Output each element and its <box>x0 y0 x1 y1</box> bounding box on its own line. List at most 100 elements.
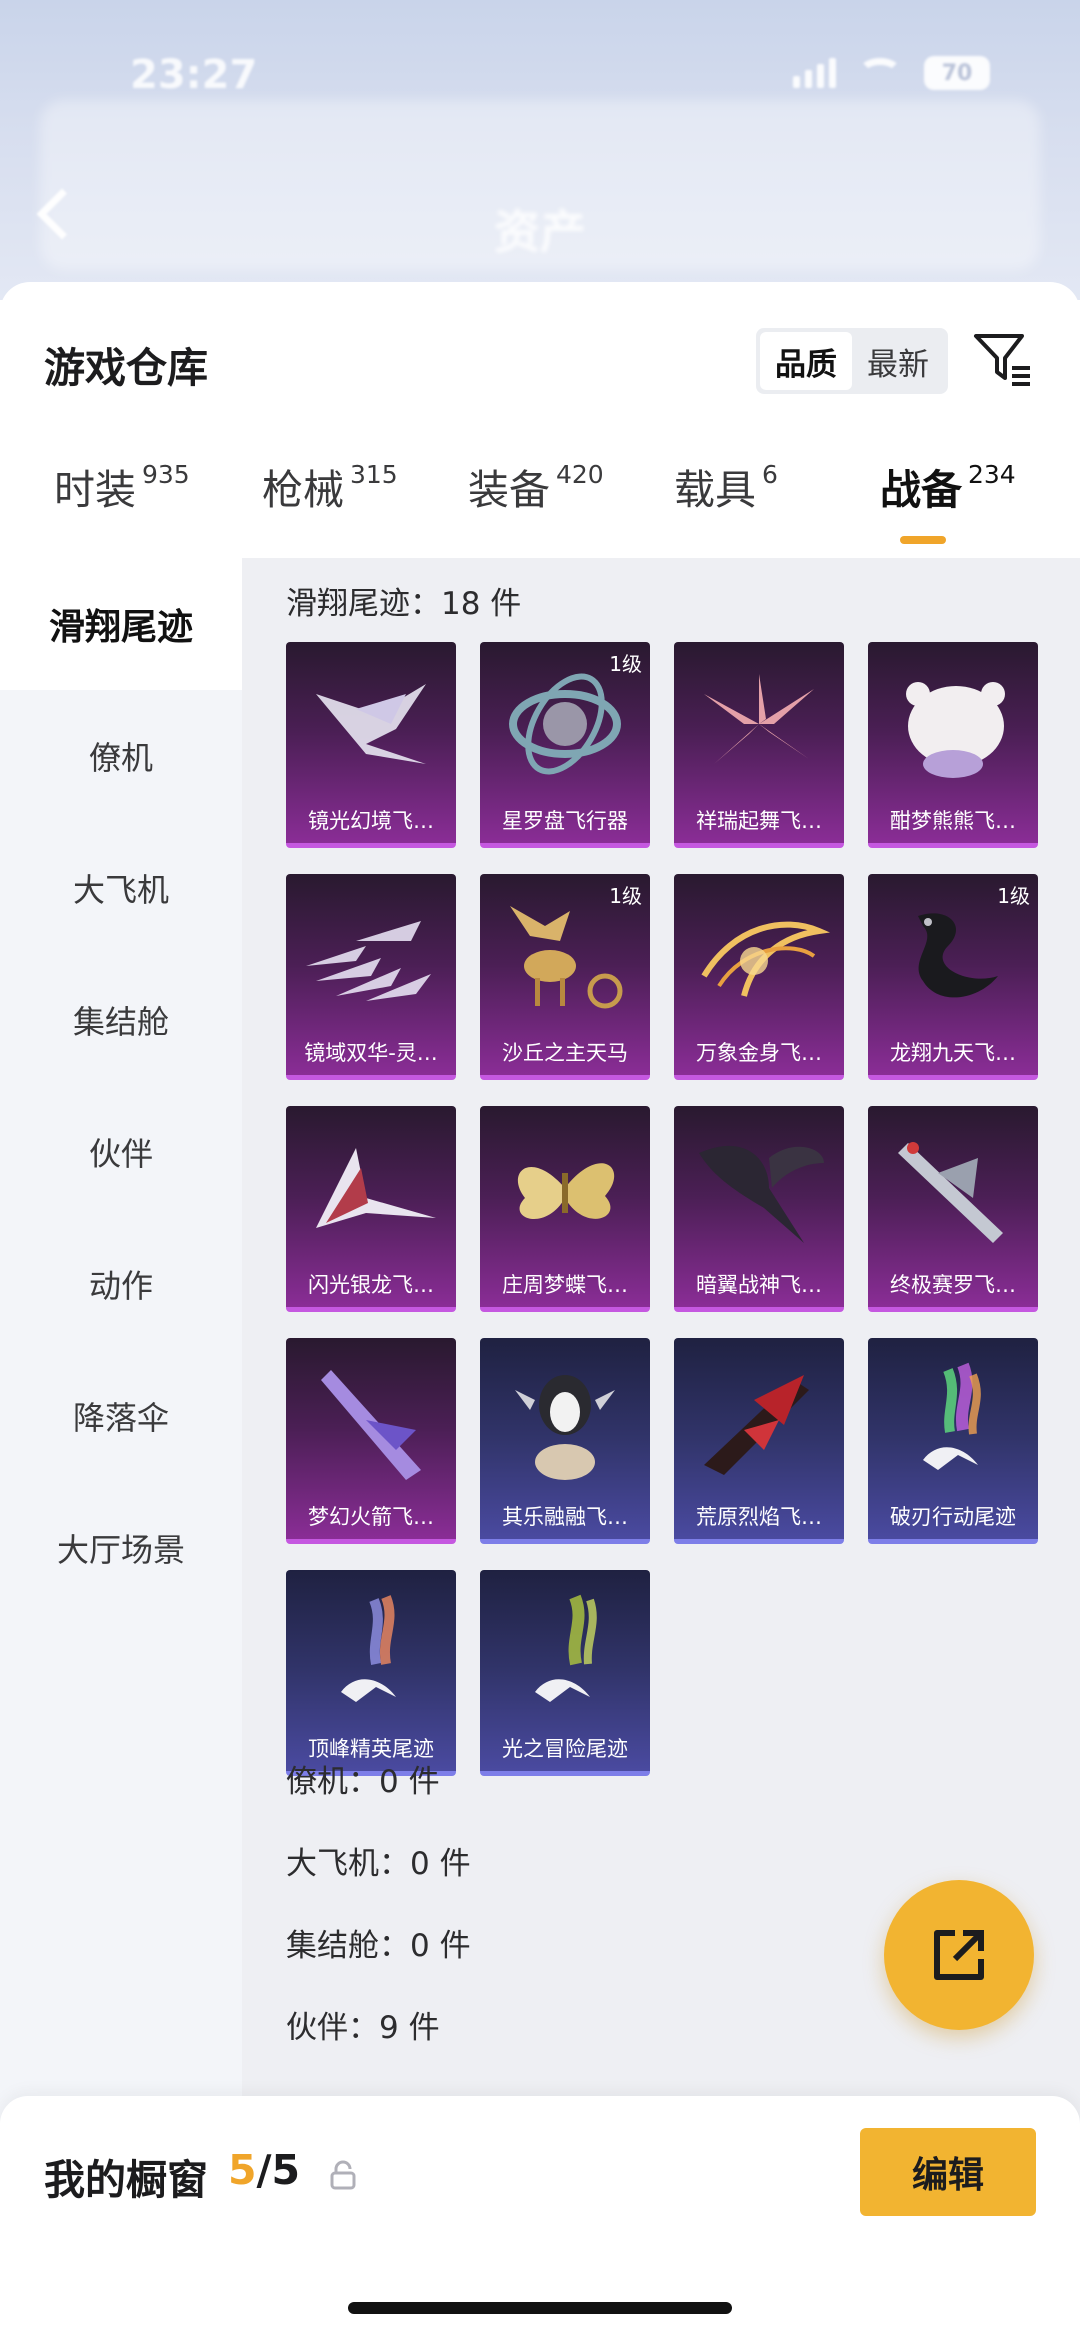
item-card[interactable]: 1级 龙翔九天飞… <box>868 874 1038 1080</box>
tab-equipment[interactable]: 装备 420 <box>468 460 604 550</box>
card-title: 游戏仓库 <box>44 344 208 392</box>
item-card[interactable]: 暗翼战神飞… <box>674 1106 844 1312</box>
sidebar-item-glide-trail[interactable]: 滑翔尾迹 <box>0 558 242 690</box>
item-card[interactable]: 荒原烈焰飞… <box>674 1338 844 1544</box>
sort-newest-option[interactable]: 最新 <box>852 332 944 390</box>
section-label-glide-trail: 滑翔尾迹：18 件 <box>286 586 522 622</box>
share-icon <box>934 1930 984 1980</box>
sidebar-item-companion[interactable]: 伙伴 <box>0 1086 242 1218</box>
crystal-wings-icon <box>316 684 426 764</box>
item-card[interactable]: 闪光银龙飞… <box>286 1106 456 1312</box>
item-content-area: 滑翔尾迹：18 件 镜光幻境飞… 1级 星罗盘飞行器 祥瑞起舞飞… 酣梦熊熊飞…… <box>242 558 1080 2341</box>
edit-button[interactable]: 编辑 <box>860 2128 1036 2216</box>
section-label-companion: 伙伴：9 件 <box>286 2010 440 2046</box>
item-card[interactable]: 顶峰精英尾迹 <box>286 1570 456 1776</box>
tab-label: 战备 <box>880 466 962 514</box>
top-blurred-header: 23:27 70 资产 <box>0 0 1080 300</box>
tab-label: 装备 <box>468 466 550 514</box>
sort-toggle: 品质 最新 <box>756 328 948 394</box>
sidebar-item-lobby-scene[interactable]: 大厅场景 <box>0 1482 242 1614</box>
wifi-icon <box>858 58 902 88</box>
tab-count: 420 <box>556 460 604 489</box>
item-name: 镜域双华-灵… <box>304 1041 438 1065</box>
category-sidebar: 滑翔尾迹 僚机 大飞机 集结舱 伙伴 动作 降落伞 大厅场景 <box>0 558 242 2341</box>
item-level: 1级 <box>609 884 642 908</box>
lock-icon <box>330 2160 356 2190</box>
home-indicator <box>348 2302 732 2314</box>
section-label-assembly-pod: 集结舱：0 件 <box>286 1928 471 1964</box>
tab-label: 枪械 <box>262 466 344 514</box>
battery-icon: 70 <box>924 56 990 90</box>
mech-glider-icon <box>898 1142 1003 1243</box>
tab-label: 载具 <box>674 466 756 514</box>
sidebar-item-big-plane[interactable]: 大飞机 <box>0 822 242 954</box>
signal-icon <box>793 58 836 88</box>
item-card[interactable]: 1级 星罗盘飞行器 <box>480 642 650 848</box>
sleepy-bear-icon <box>906 682 1005 778</box>
item-name: 闪光银龙飞… <box>308 1273 434 1297</box>
sort-quality-option[interactable]: 品质 <box>760 332 852 390</box>
item-card[interactable]: 其乐融融飞… <box>480 1338 650 1544</box>
green-smoke-trail-icon <box>535 1594 597 1702</box>
item-name: 镜光幻境飞… <box>308 809 434 833</box>
tab-label: 时装 <box>54 466 136 514</box>
item-card[interactable]: 光之冒险尾迹 <box>480 1570 650 1776</box>
showcase-total: /5 <box>256 2146 301 2194</box>
sidebar-item-assembly-pod[interactable]: 集结舱 <box>0 954 242 1086</box>
warehouse-card: 游戏仓库 品质 最新 时装 935 枪械 315 装备 420 载具 6 战备 … <box>0 282 1080 2341</box>
item-level: 1级 <box>609 652 642 676</box>
section-label-big-plane: 大飞机：0 件 <box>286 1846 471 1882</box>
penguin-balloon-icon <box>515 1375 615 1480</box>
section-label-wingman: 僚机：0 件 <box>286 1764 440 1800</box>
item-card[interactable]: 终极赛罗飞… <box>868 1106 1038 1312</box>
dancing-wings-icon <box>704 674 814 764</box>
item-name: 暗翼战神飞… <box>696 1273 822 1297</box>
item-card[interactable]: 破刃行动尾迹 <box>868 1338 1038 1544</box>
active-tab-indicator <box>900 536 946 544</box>
golden-swirl-icon <box>701 921 831 997</box>
dark-wings-icon <box>699 1145 824 1243</box>
showcase-current: 5 <box>228 2146 257 2194</box>
item-name: 终极赛罗飞… <box>890 1273 1016 1297</box>
tab-count: 315 <box>350 460 398 489</box>
tab-count: 234 <box>968 460 1016 489</box>
sidebar-item-parachute[interactable]: 降落伞 <box>0 1350 242 1482</box>
item-name: 万象金身飞… <box>696 1041 822 1065</box>
rainbow-trail-icon <box>923 1362 981 1470</box>
status-time: 23:27 <box>130 52 258 98</box>
item-card[interactable]: 万象金身飞… <box>674 874 844 1080</box>
item-name: 荒原烈焰飞… <box>696 1505 822 1529</box>
item-name: 酣梦熊熊飞… <box>890 809 1016 833</box>
page-title: 资产 <box>494 205 586 259</box>
item-card[interactable]: 祥瑞起舞飞… <box>674 642 844 848</box>
item-card[interactable]: 镜域双华-灵… <box>286 874 456 1080</box>
item-name: 祥瑞起舞飞… <box>696 809 822 833</box>
tab-count: 6 <box>762 460 778 489</box>
crystal-shards-icon <box>306 921 431 1001</box>
item-name: 光之冒险尾迹 <box>502 1737 628 1761</box>
showcase-count: 5/5 <box>228 2146 300 2194</box>
sidebar-item-wingman[interactable]: 僚机 <box>0 690 242 822</box>
item-card[interactable]: 庄周梦蝶飞… <box>480 1106 650 1312</box>
item-card[interactable]: 梦幻火箭飞… <box>286 1338 456 1544</box>
tab-firearms[interactable]: 枪械 315 <box>262 460 398 550</box>
showcase-label: 我的橱窗 <box>44 2156 208 2204</box>
item-name: 梦幻火箭飞… <box>308 1505 434 1529</box>
item-name: 沙丘之主天马 <box>502 1041 628 1065</box>
share-button[interactable] <box>884 1880 1034 2030</box>
status-icons: 70 <box>793 56 990 90</box>
silver-dragon-wings-icon <box>316 1148 436 1228</box>
item-card[interactable]: 1级 沙丘之主天马 <box>480 874 650 1080</box>
tab-count: 935 <box>142 460 190 489</box>
tab-fashion[interactable]: 时装 935 <box>54 460 190 550</box>
item-name: 庄周梦蝶飞… <box>502 1273 628 1297</box>
item-name: 星罗盘飞行器 <box>502 809 628 833</box>
colored-smoke-trail-icon <box>341 1595 396 1702</box>
item-card[interactable]: 酣梦熊熊飞… <box>868 642 1038 848</box>
tab-vehicles[interactable]: 载具 6 <box>674 460 778 550</box>
item-card[interactable]: 镜光幻境飞… <box>286 642 456 848</box>
filter-icon[interactable] <box>972 328 1034 390</box>
sidebar-item-emote[interactable]: 动作 <box>0 1218 242 1350</box>
item-level: 1级 <box>997 884 1030 908</box>
item-name: 其乐融融飞… <box>502 1505 628 1529</box>
